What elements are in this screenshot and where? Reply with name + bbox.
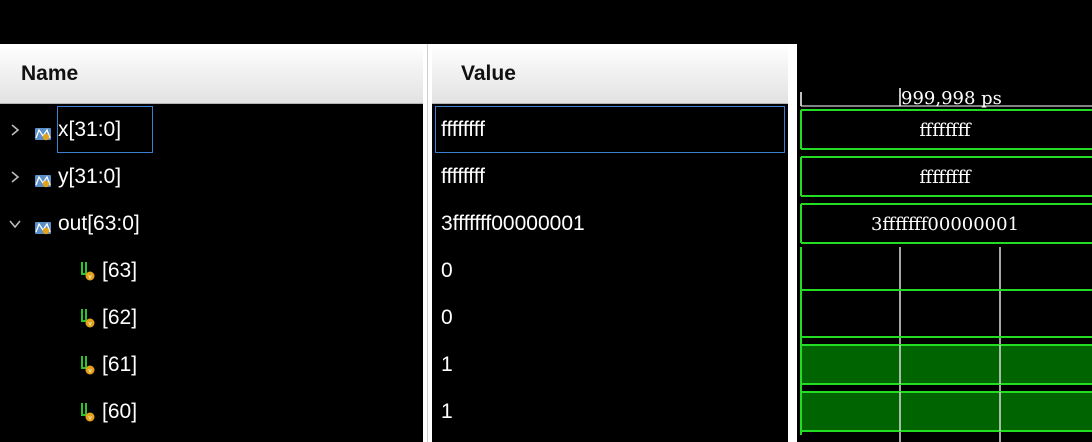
signal-value-label: ffffffff	[441, 164, 486, 188]
signal-name-label: [60]	[102, 399, 138, 423]
signal-name-label: [63]	[102, 258, 138, 282]
bus-signal-icon	[34, 123, 52, 140]
signal-row-value[interactable]: 1	[432, 388, 788, 435]
chevron-down-icon[interactable]	[8, 217, 22, 231]
bit-signal-icon: v	[80, 354, 96, 376]
signal-value-label: 0	[441, 305, 453, 329]
bus-wave-value: ffffffff	[919, 167, 971, 188]
bus-wave-value: 3fffffff00000001	[871, 214, 1019, 235]
signal-row-value[interactable]: 3fffffff00000001	[432, 200, 788, 247]
signal-value-label: 1	[441, 352, 453, 376]
wave-splitter[interactable]	[788, 44, 797, 442]
signal-row-name[interactable]: v [62]	[0, 294, 423, 341]
svg-text:v: v	[88, 273, 92, 280]
bit-wave-high-fill	[801, 345, 1092, 384]
waveform-canvas[interactable]: 999,998 ps ffffffff ffffffff 3fffffff000000…	[797, 0, 1092, 442]
signal-value-label: 0	[441, 258, 453, 282]
signal-row-value[interactable]: 1	[432, 341, 788, 388]
name-pane-topbar	[0, 0, 423, 44]
signal-row-name[interactable]: v [63]	[0, 247, 423, 294]
signal-row-name[interactable]: v [61]	[0, 341, 423, 388]
signal-row-value[interactable]: 0	[432, 294, 788, 341]
name-selection-box	[57, 106, 153, 153]
svg-text:v: v	[88, 320, 92, 327]
chevron-right-icon[interactable]	[8, 123, 22, 137]
signal-row-name[interactable]: out[63:0]	[0, 200, 423, 247]
svg-text:v: v	[88, 414, 92, 421]
bit-signal-icon: v	[80, 260, 96, 282]
value-selection-box	[435, 106, 785, 153]
bus-signal-icon	[34, 170, 52, 187]
signal-row-value[interactable]: ffffffff	[432, 153, 788, 200]
column-splitter[interactable]	[423, 44, 432, 442]
signal-row-name[interactable]: x[31:0]	[0, 106, 423, 153]
name-column-header[interactable]: Name	[0, 44, 423, 104]
signal-name-label: [62]	[102, 305, 138, 329]
signal-row-value[interactable]: 0	[432, 247, 788, 294]
bit-signal-icon: v	[80, 401, 96, 423]
signal-value-label: 1	[441, 399, 453, 423]
signal-row-value[interactable]: ffffffff	[432, 106, 788, 153]
signal-name-label: [61]	[102, 352, 138, 376]
signal-value-label: 3fffffff00000001	[441, 211, 585, 235]
signal-name-label: out[63:0]	[58, 211, 140, 235]
bit-signal-icon: v	[80, 307, 96, 329]
value-pane: Value ffffffff ffffffff 3fffffff00000001 0 0…	[432, 0, 788, 442]
signal-row-name[interactable]: v [60]	[0, 388, 423, 435]
svg-text:v: v	[88, 367, 92, 374]
signal-name-label: y[31:0]	[58, 164, 122, 188]
bit-wave-high-fill	[801, 392, 1092, 431]
bus-wave-value: ffffffff	[919, 120, 971, 141]
name-pane: Name x[31:0] y[31:0] out[63:0] v [63] v [62] v […	[0, 0, 423, 442]
value-column-header[interactable]: Value	[432, 44, 788, 104]
cursor-time-label: 999,998 ps	[901, 88, 1002, 109]
signal-row-name[interactable]: y[31:0]	[0, 153, 423, 200]
waveform-pane[interactable]: 999,998 ps ffffffff ffffffff 3fffffff000000…	[797, 0, 1092, 442]
value-pane-topbar	[432, 0, 788, 44]
chevron-right-icon[interactable]	[8, 170, 22, 184]
bus-signal-icon	[34, 217, 52, 234]
